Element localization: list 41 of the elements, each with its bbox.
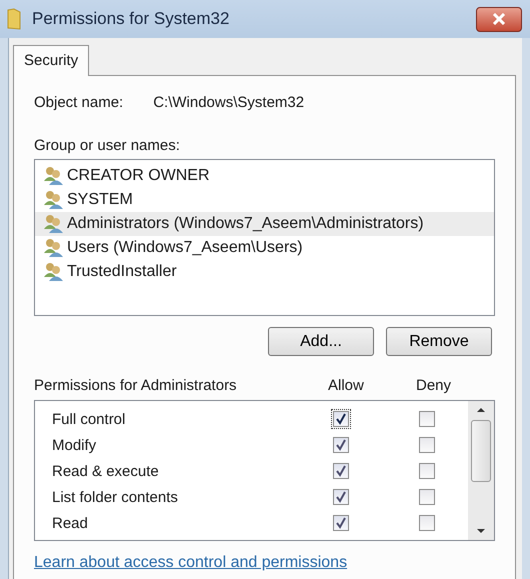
deny-checkbox[interactable] xyxy=(419,515,435,531)
group-item[interactable]: Administrators (Windows7_Aseem\Administrators) xyxy=(35,212,494,236)
permission-name: Modify xyxy=(51,436,98,454)
users-icon xyxy=(43,166,65,186)
object-name-value: C:\Windows\System32 xyxy=(153,94,304,111)
permission-name: Read & execute xyxy=(51,462,160,480)
scrollbar[interactable] xyxy=(468,401,494,540)
group-item[interactable]: SYSTEM xyxy=(35,188,494,212)
folder-icon xyxy=(6,8,22,30)
group-list-label: Group or user names: xyxy=(34,137,181,154)
allow-checkbox[interactable] xyxy=(333,515,349,531)
deny-checkbox[interactable] xyxy=(419,411,435,427)
permission-name: List folder contents xyxy=(51,488,179,506)
permission-name: Read xyxy=(51,514,89,532)
users-icon xyxy=(43,190,65,210)
deny-checkbox[interactable] xyxy=(419,463,435,479)
scroll-down-icon[interactable] xyxy=(476,528,486,534)
deny-header: Deny xyxy=(416,377,452,394)
group-item[interactable]: CREATOR OWNER xyxy=(35,164,494,188)
allow-checkbox[interactable] xyxy=(333,437,349,453)
object-name-label: Object name: xyxy=(34,94,124,111)
users-icon xyxy=(43,238,65,258)
permissions-label: Permissions for Administrators xyxy=(34,377,238,394)
permission-name: Full control xyxy=(51,410,126,428)
tab[interactable]: Security xyxy=(13,45,90,76)
add-button[interactable]: Add... xyxy=(268,327,374,356)
deny-checkbox[interactable] xyxy=(419,489,435,505)
allow-checkbox[interactable] xyxy=(333,489,349,505)
close-button[interactable] xyxy=(476,6,522,32)
allow-header: Allow xyxy=(328,377,365,394)
group-item[interactable]: TrustedInstaller xyxy=(35,260,494,284)
close-icon xyxy=(492,13,506,25)
allow-checkbox[interactable] xyxy=(333,463,349,479)
users-icon xyxy=(43,214,65,234)
deny-checkbox[interactable] xyxy=(419,437,435,453)
users-icon xyxy=(43,262,65,282)
scroll-up-icon[interactable] xyxy=(476,407,486,413)
remove-button[interactable]: Remove xyxy=(386,327,492,356)
window-title: Permissions for System32 xyxy=(32,9,230,29)
group-item[interactable]: Users (Windows7_Aseem\Users) xyxy=(35,236,494,260)
help-link[interactable]: Learn about access control and permissions xyxy=(34,554,348,572)
